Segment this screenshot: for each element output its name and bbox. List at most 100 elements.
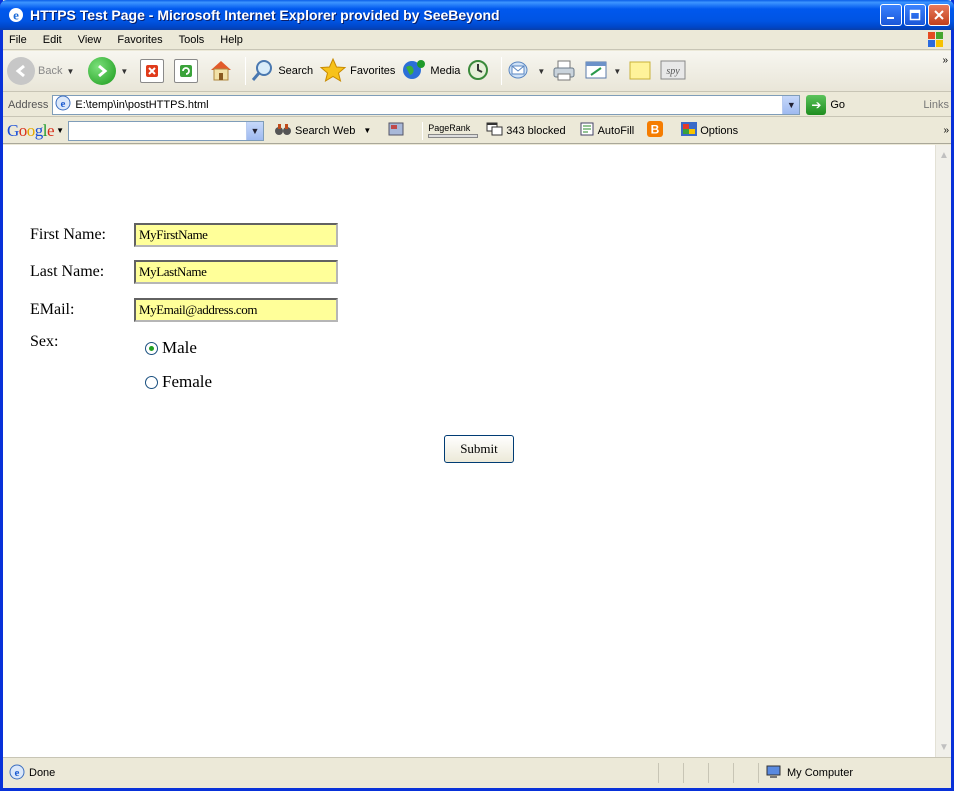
spy-button[interactable]: spy	[659, 58, 687, 85]
email-label: EMail:	[30, 301, 75, 318]
menu-tools[interactable]: Tools	[171, 34, 213, 46]
forward-button[interactable]: ▼	[88, 57, 128, 85]
email-row: EMail: MyEmail@address.com	[30, 298, 338, 322]
google-search-input[interactable]: ▼	[67, 120, 264, 141]
status-bar: e Done My Computer	[3, 757, 951, 788]
google-toolbar-overflow-chevron[interactable]: »	[943, 125, 949, 136]
submit-button[interactable]: Submit	[444, 435, 514, 463]
stop-icon	[140, 59, 165, 83]
zone-label: My Computer	[787, 767, 854, 779]
chevron-down-icon[interactable]: ▼	[537, 67, 545, 76]
sex-label: Sex:	[30, 333, 59, 350]
svg-text:B: B	[651, 123, 660, 137]
history-icon	[466, 58, 490, 85]
refresh-button[interactable]	[174, 59, 199, 83]
chevron-down-icon[interactable]: ▼	[613, 67, 621, 76]
svg-text:spy: spy	[667, 66, 681, 77]
radio-checked-icon[interactable]	[145, 341, 158, 355]
search-web-label: Search Web	[294, 124, 356, 137]
close-button[interactable]	[928, 4, 950, 26]
status-text: Done	[29, 767, 56, 779]
toolbar-separator	[422, 121, 424, 140]
news-icon	[387, 121, 405, 140]
autofill-label: AutoFill	[597, 124, 635, 137]
stop-button[interactable]	[140, 59, 165, 83]
vertical-scrollbar[interactable]: ▲ ▼	[935, 145, 951, 757]
status-divider	[683, 763, 684, 783]
blogger-icon: B	[646, 120, 664, 141]
first-name-input[interactable]: MyFirstName	[134, 223, 338, 247]
chevron-down-icon[interactable]: ▼	[66, 67, 74, 76]
status-divider	[733, 763, 734, 783]
discuss-button[interactable]	[627, 58, 653, 85]
title-bar[interactable]: e HTTPS Test Page - Microsoft Internet E…	[0, 0, 954, 30]
news-button[interactable]	[387, 121, 405, 140]
menu-edit[interactable]: Edit	[35, 34, 70, 46]
star-icon	[319, 57, 347, 86]
media-label: Media	[430, 65, 461, 77]
back-arrow-icon	[7, 57, 35, 85]
maximize-button[interactable]	[904, 4, 926, 26]
printer-icon	[551, 58, 577, 85]
media-button[interactable]: Media	[401, 58, 460, 85]
menu-view[interactable]: View	[70, 34, 110, 46]
page-content: First Name: MyFirstName Last Name: MyLas…	[3, 145, 935, 757]
address-input[interactable]: e E:\temp\in\postHTTPS.html ▼	[52, 94, 801, 115]
browser-window: e HTTPS Test Page - Microsoft Internet E…	[0, 0, 954, 791]
favorites-label: Favorites	[350, 65, 396, 77]
radio-unchecked-icon[interactable]	[145, 375, 158, 389]
address-bar: Address e E:\temp\in\postHTTPS.html ▼ ➔ …	[3, 93, 951, 117]
menu-help[interactable]: Help	[212, 34, 251, 46]
spy-icon: spy	[659, 58, 687, 85]
google-logo[interactable]: Google	[7, 121, 55, 141]
search-button[interactable]: Search	[251, 58, 313, 85]
menu-file[interactable]: File	[3, 34, 35, 46]
last-name-input[interactable]: MyLastName	[134, 260, 338, 284]
pagerank-meter[interactable]: PageRank	[428, 123, 479, 138]
popup-blocker-icon	[486, 121, 504, 140]
refresh-icon	[174, 59, 199, 83]
blogger-button[interactable]: B	[646, 120, 664, 141]
edit-button[interactable]: ▼	[583, 58, 621, 85]
favorites-button[interactable]: Favorites	[319, 57, 395, 86]
options-label: Options	[700, 124, 739, 137]
google-search-dropdown-icon[interactable]: ▼	[245, 121, 263, 140]
female-radio[interactable]: Female	[145, 372, 212, 392]
options-button[interactable]: Options	[680, 121, 738, 140]
links-button[interactable]: Links	[923, 99, 949, 111]
chevron-down-icon[interactable]: ▼	[56, 126, 64, 135]
svg-text:e: e	[61, 98, 66, 110]
standard-toolbar: Back ▼ ▼ Search Favorites Media ▼ ▼ spy …	[3, 51, 951, 92]
pagerank-label: PageRank	[428, 123, 471, 133]
home-button[interactable]	[208, 58, 234, 85]
back-button[interactable]: Back ▼	[7, 57, 74, 85]
toolbar-separator	[245, 57, 247, 85]
menu-favorites[interactable]: Favorites	[109, 34, 170, 46]
mail-button[interactable]: ▼	[507, 58, 545, 85]
email-input[interactable]: MyEmail@address.com	[134, 298, 338, 322]
status-divider	[658, 763, 659, 783]
popup-blocker-button[interactable]: 343 blocked	[486, 121, 566, 140]
address-label: Address	[8, 98, 49, 111]
chevron-down-icon[interactable]: ▼	[363, 126, 371, 135]
first-name-label: First Name:	[30, 226, 106, 243]
search-label: Search	[278, 65, 314, 77]
scroll-down-icon[interactable]: ▼	[936, 739, 952, 755]
menu-bar: File Edit View Favorites Tools Help	[3, 30, 951, 50]
male-radio[interactable]: Male	[145, 338, 197, 358]
address-dropdown-icon[interactable]: ▼	[782, 95, 800, 114]
go-button[interactable]: ➔ Go	[806, 94, 845, 115]
toolbar-overflow-chevron[interactable]: »	[942, 55, 948, 66]
scroll-up-icon[interactable]: ▲	[936, 147, 952, 163]
security-zone[interactable]: My Computer	[765, 764, 853, 783]
first-name-row: First Name: MyFirstName	[30, 223, 338, 247]
print-button[interactable]	[551, 58, 577, 85]
forward-arrow-icon	[88, 57, 117, 85]
chevron-down-icon[interactable]: ▼	[120, 67, 128, 76]
last-name-label: Last Name:	[30, 263, 105, 280]
search-web-button[interactable]: Search Web ▼	[274, 121, 375, 140]
autofill-button[interactable]: AutoFill	[578, 121, 635, 140]
history-button[interactable]	[466, 58, 490, 85]
status-divider	[758, 763, 759, 783]
minimize-button[interactable]	[880, 4, 902, 26]
